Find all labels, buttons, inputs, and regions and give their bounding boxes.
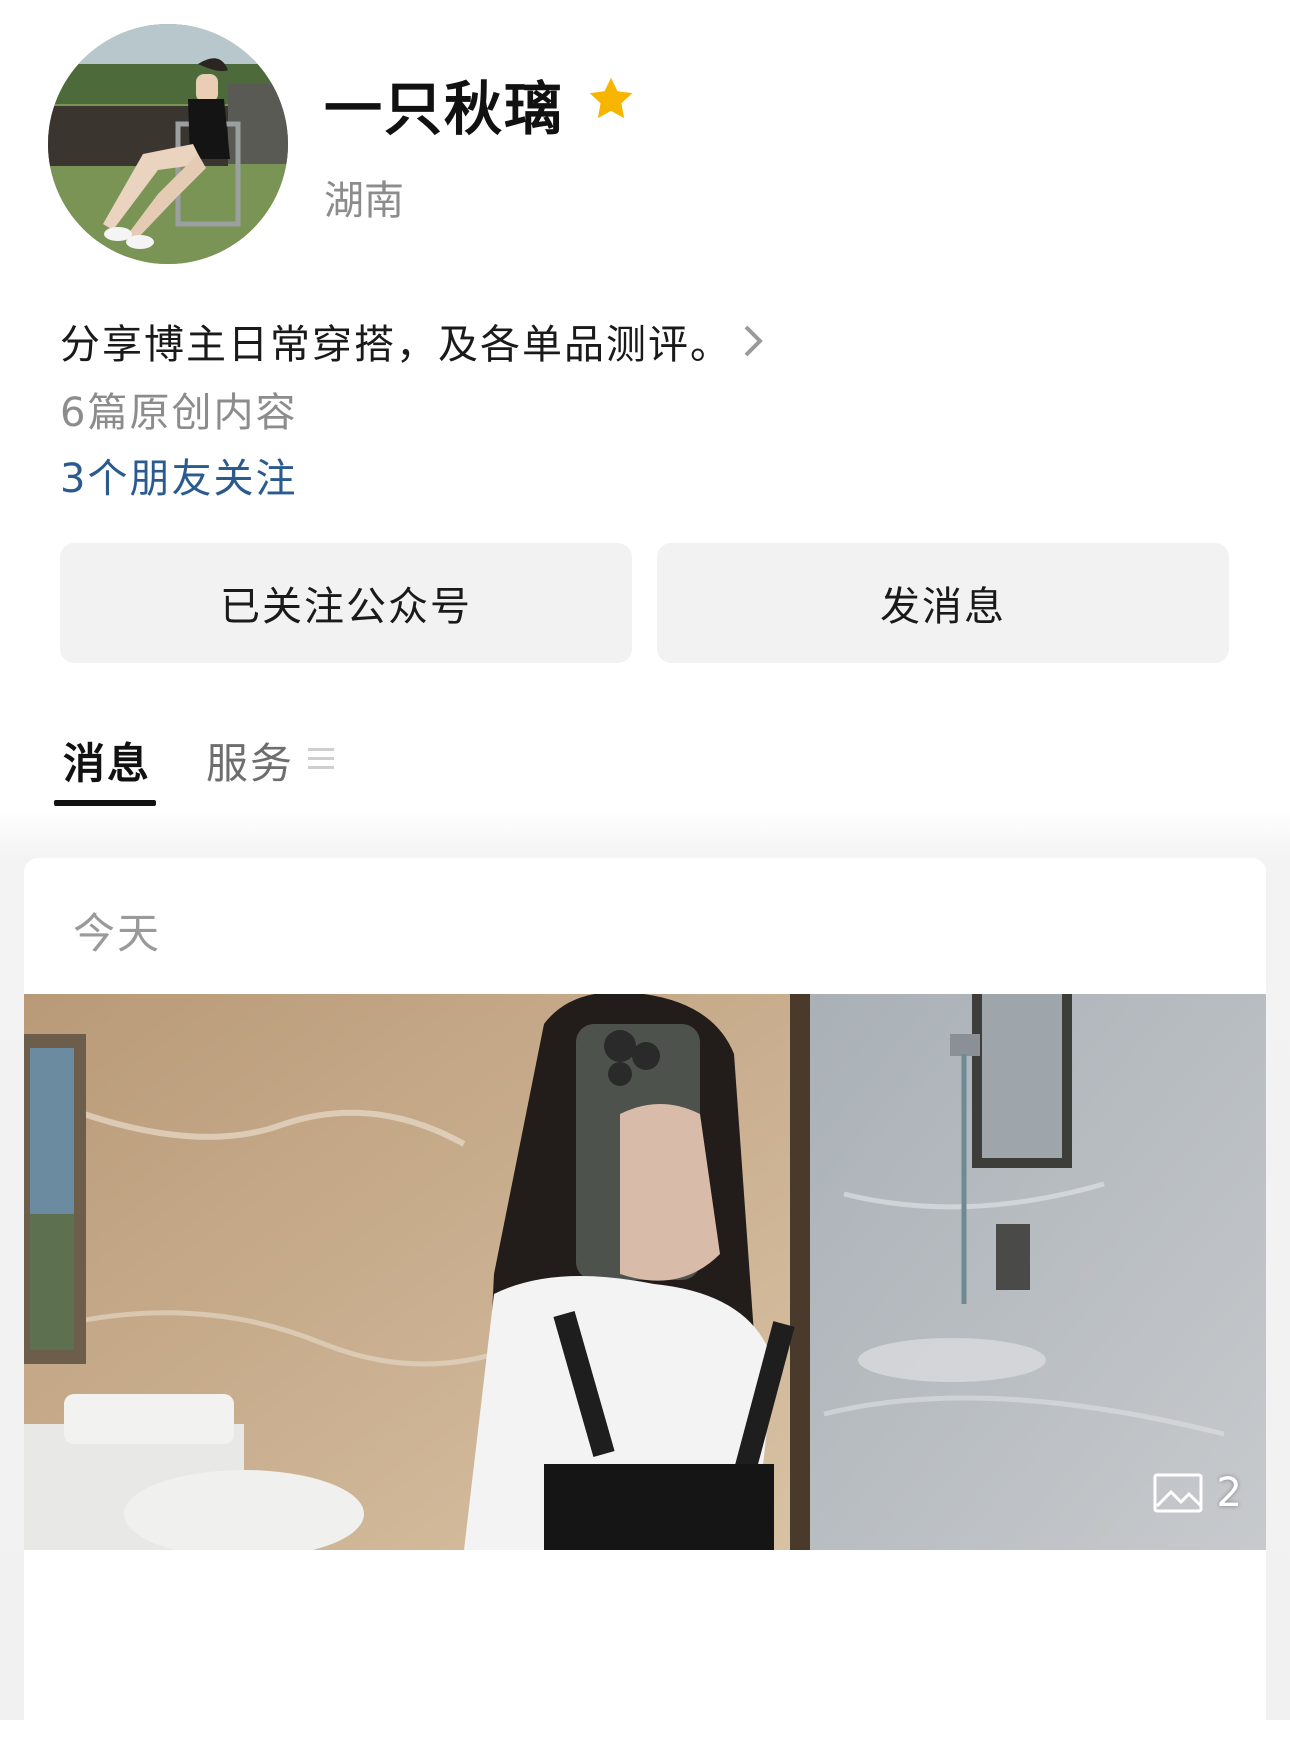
image-count: 2 (1216, 1470, 1242, 1516)
bio-text: 分享博主日常穿搭，及各单品测评。 (60, 322, 732, 368)
followed-account-button[interactable]: 已关注公众号 (60, 543, 632, 663)
send-message-button[interactable]: 发消息 (657, 543, 1229, 663)
account-name: 一只秋璃 (324, 75, 565, 143)
menu-icon[interactable] (306, 742, 336, 776)
chevron-right-icon (744, 325, 763, 357)
gallery-icon (1153, 1473, 1203, 1513)
star-icon (589, 77, 633, 119)
content-tabs: 消息 服务 (0, 730, 1290, 810)
message-card[interactable]: 今天 2 (24, 858, 1266, 1758)
cover-photo (24, 994, 1266, 1550)
bio-row[interactable]: 分享博主日常穿搭，及各单品测评。 (60, 312, 766, 370)
image-count-badge: 2 (1153, 1470, 1242, 1516)
profile-header: 一只秋璃 湖南 分享博主日常穿搭，及各单品测评。 6篇原创内容 3个朋友关注 已… (0, 0, 1290, 830)
article-count[interactable]: 6篇原创内容 (60, 380, 297, 438)
avatar-image (48, 24, 288, 264)
friends-following-link[interactable]: 3个朋友关注 (60, 446, 297, 504)
active-tab-indicator (54, 800, 156, 806)
region-label: 湖南 (324, 178, 404, 224)
tab-services[interactable]: 服务 (206, 730, 294, 791)
avatar[interactable] (48, 24, 288, 264)
tab-messages[interactable]: 消息 (63, 730, 151, 791)
date-label: 今天 (73, 909, 162, 958)
cover-image[interactable]: 2 (24, 994, 1266, 1550)
